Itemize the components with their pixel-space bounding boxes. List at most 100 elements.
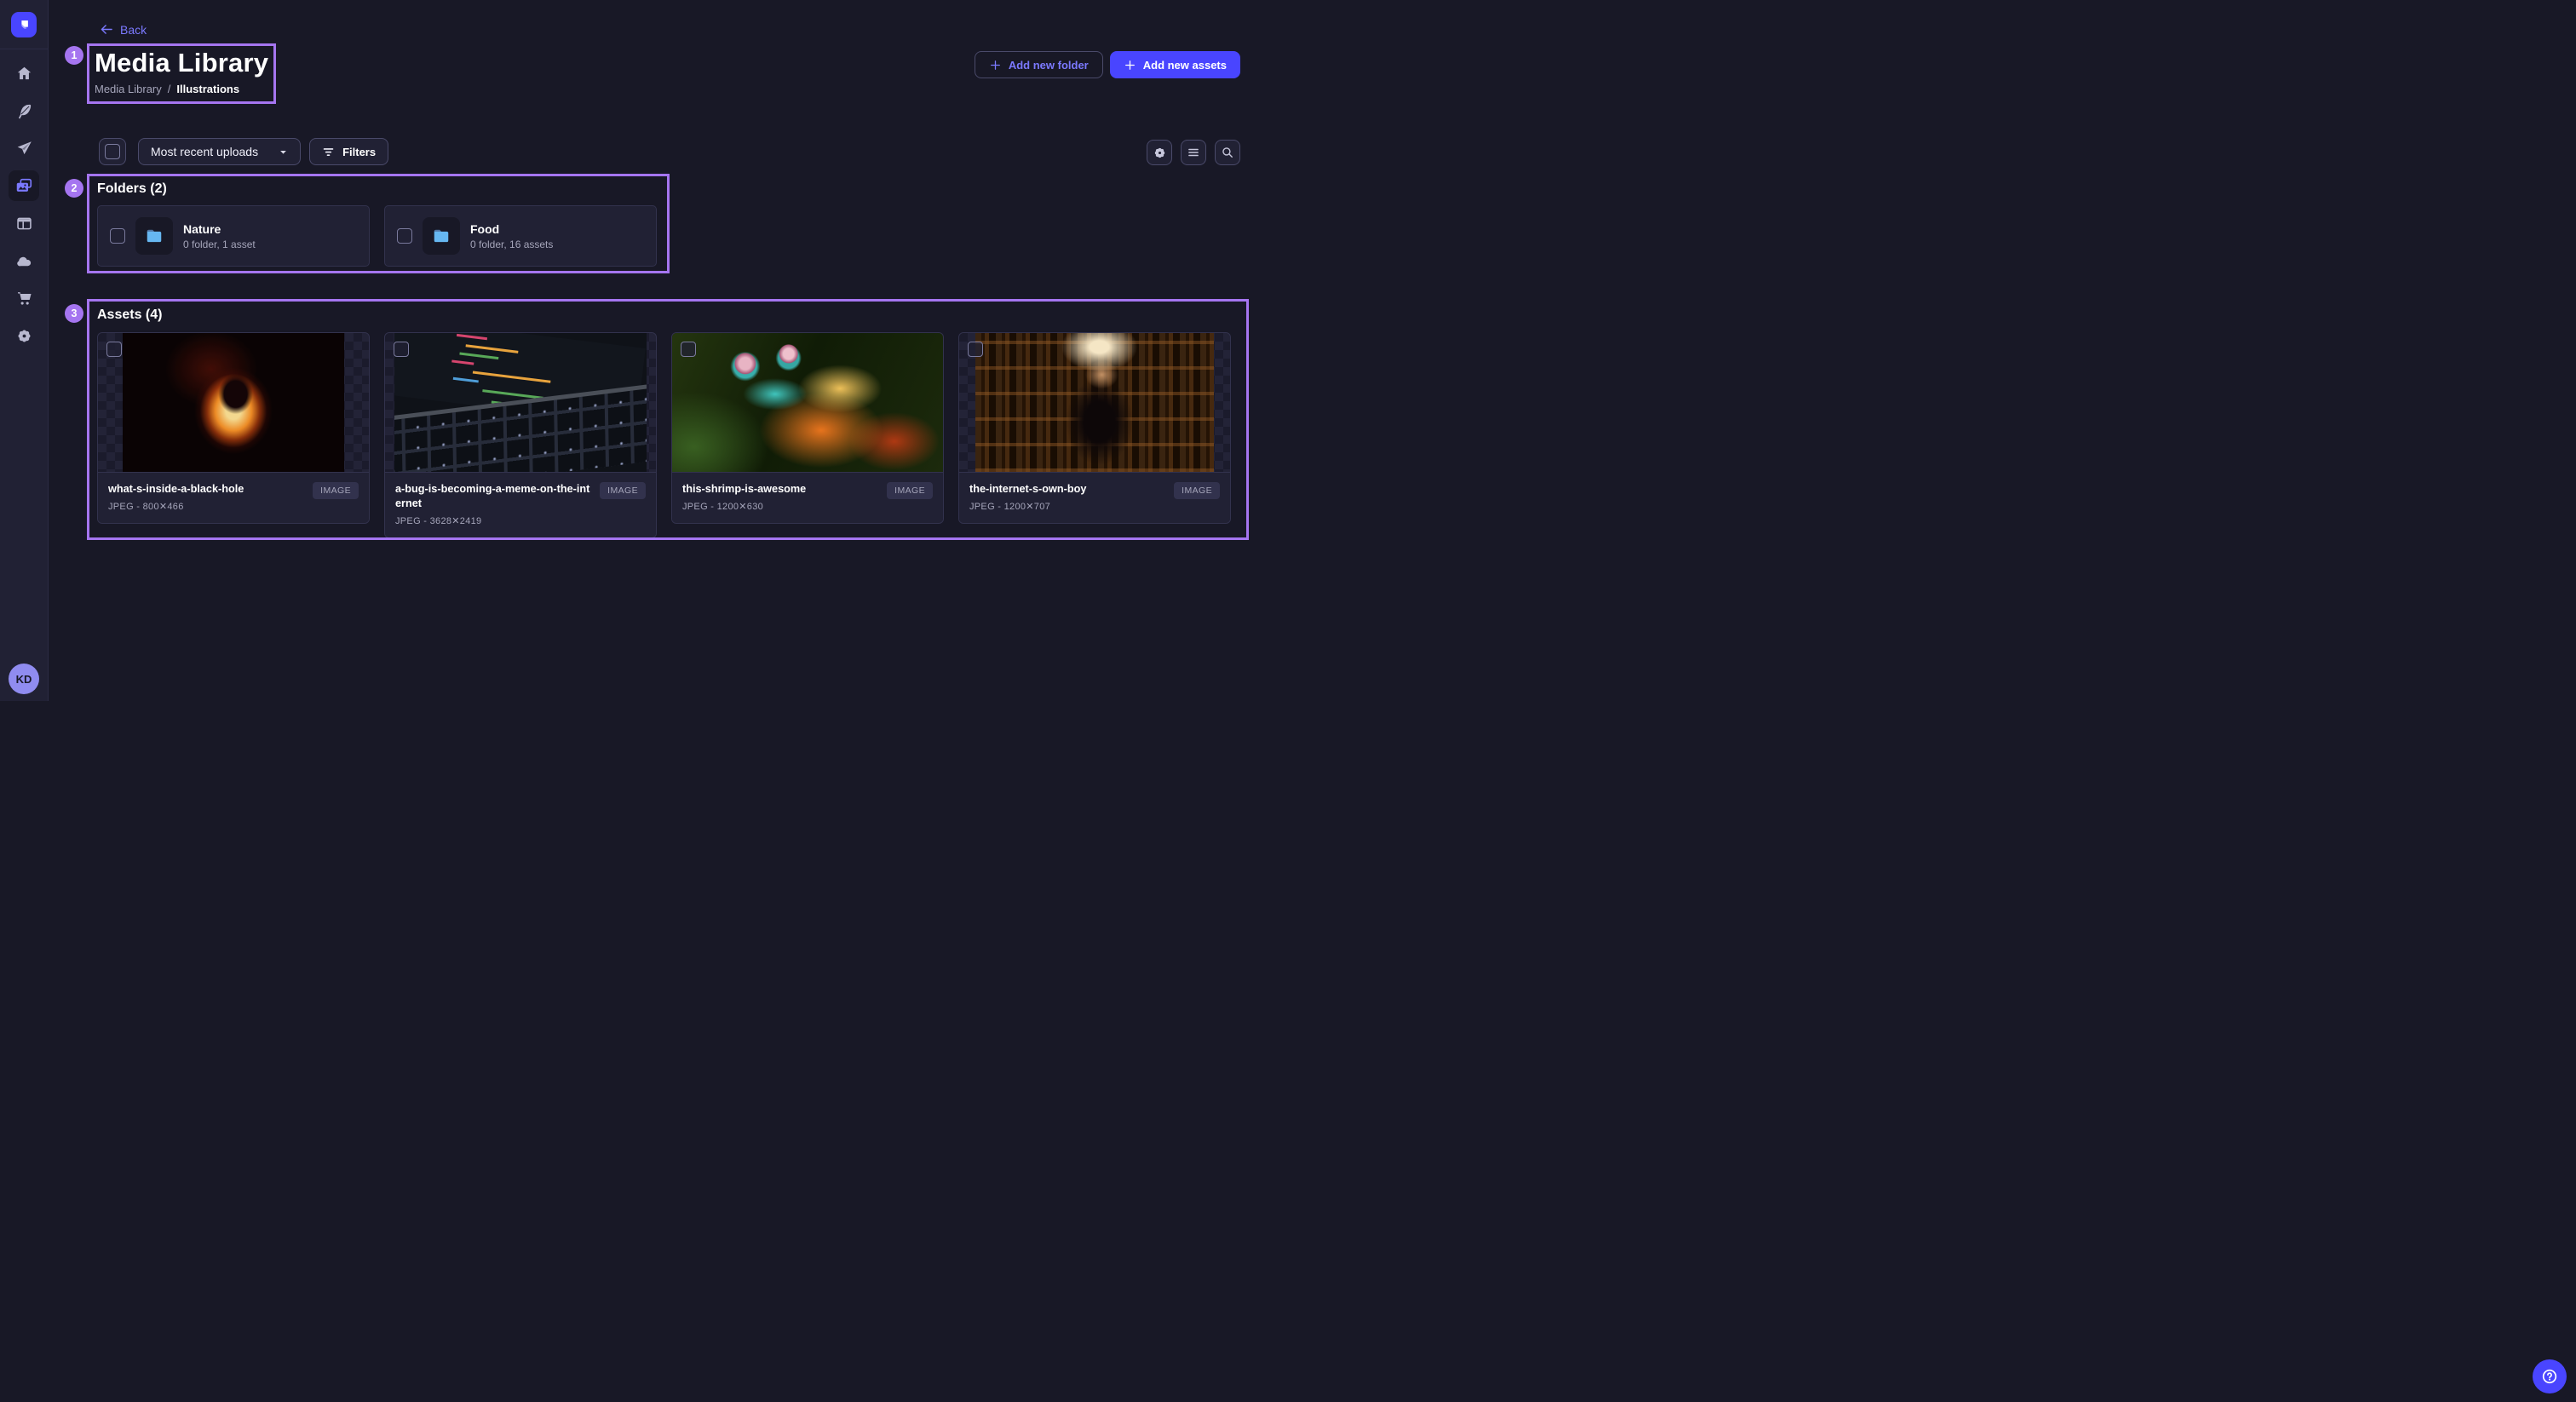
search-button[interactable] [1215,140,1240,165]
folder-card-nature[interactable]: Nature 0 folder, 1 asset [97,205,370,267]
cloud-icon [15,252,33,270]
folder-meta: 0 folder, 16 assets [470,238,553,250]
folder-info: Nature 0 folder, 1 asset [183,222,256,250]
asset-thumbnail[interactable] [672,333,943,472]
folders-heading: Folders (2) [97,181,167,197]
asset-checkbox[interactable] [681,342,696,357]
strapi-logo[interactable] [11,12,37,37]
header-actions: Add new folder Add new assets [975,51,1240,78]
sidebar-item-content-type-builder[interactable] [5,204,43,242]
filters-label: Filters [342,146,376,158]
sort-select-value: Most recent uploads [151,145,258,158]
asset-thumbnail[interactable] [385,333,656,472]
list-view-button[interactable] [1181,140,1206,165]
view-options [1147,140,1240,165]
annotation-badge-2: 2 [65,179,83,198]
asset-checkbox[interactable] [968,342,983,357]
question-mark-icon [2540,1367,2559,1386]
app-root: KD Back Add new folder Add new assets [0,0,1288,701]
plus-icon [989,59,1002,72]
asset-type-badge: IMAGE [600,482,646,499]
folder-icon-box [423,217,460,255]
main-content: Back Add new folder Add new assets 1 Med… [49,0,1288,701]
gear-icon [15,327,33,345]
asset-checkbox[interactable] [394,342,409,357]
sidebar-item-media-library[interactable] [5,167,43,204]
asset-info: the-internet-s-own-boy JPEG - 1200✕707 [969,482,1086,512]
annotation-badge-1: 1 [65,46,83,65]
folder-icon-box [135,217,173,255]
configure-view-button[interactable] [1147,140,1172,165]
title-block: Media Library Media Library / Illustrati… [95,49,268,95]
asset-card: the-internet-s-own-boy JPEG - 1200✕707 I… [958,332,1231,524]
sidebar-item-home[interactable] [5,55,43,92]
folder-icon [145,227,164,245]
add-new-assets-button[interactable]: Add new assets [1110,51,1240,78]
assets-grid: what-s-inside-a-black-hole JPEG - 800✕46… [97,332,1231,538]
layout-icon [15,215,33,233]
back-arrow-icon [99,22,113,37]
help-button[interactable] [2533,1359,2567,1393]
asset-title[interactable]: the-internet-s-own-boy [969,482,1086,497]
folder-card-food[interactable]: Food 0 folder, 16 assets [384,205,657,267]
folder-name: Food [470,222,553,236]
sidebar-item-marketplace[interactable] [5,279,43,317]
annotation-badge-3: 3 [65,304,83,323]
select-all-button[interactable] [99,138,126,165]
breadcrumb-separator: / [168,83,171,95]
asset-type-badge: IMAGE [1174,482,1220,499]
folder-checkbox[interactable] [397,228,412,244]
sidebar-item-content[interactable] [5,92,43,129]
folder-meta: 0 folder, 1 asset [183,238,256,250]
asset-card-footer: what-s-inside-a-black-hole JPEG - 800✕46… [98,472,369,523]
sidebar: KD [0,0,49,701]
breadcrumb: Media Library / Illustrations [95,83,268,95]
folders-grid: Nature 0 folder, 1 asset Food 0 folder, … [97,205,657,267]
asset-type-badge: IMAGE [887,482,933,499]
asset-checkbox[interactable] [106,342,122,357]
asset-title[interactable]: what-s-inside-a-black-hole [108,482,244,497]
sidebar-item-settings[interactable] [5,317,43,354]
user-avatar[interactable]: KD [9,664,39,694]
asset-card: what-s-inside-a-black-hole JPEG - 800✕46… [97,332,370,524]
asset-title[interactable]: this-shrimp-is-awesome [682,482,806,497]
sidebar-item-deploy[interactable] [5,242,43,279]
asset-card: this-shrimp-is-awesome JPEG - 1200✕630 I… [671,332,944,524]
cart-icon [15,290,33,307]
filters-button[interactable]: Filters [309,138,388,165]
folder-checkbox[interactable] [110,228,125,244]
search-icon [1221,146,1234,159]
laptop-code-photo [394,333,647,472]
asset-title[interactable]: a-bug-is-becoming-a-meme-on-the-internet [395,482,591,511]
chevron-down-icon [279,147,288,157]
assets-heading: Assets (4) [97,307,162,323]
asset-card: a-bug-is-becoming-a-meme-on-the-internet… [384,332,657,538]
toolbar: Most recent uploads Filters [99,138,388,165]
paper-plane-icon [15,140,33,158]
add-new-assets-label: Add new assets [1143,59,1227,72]
page-title: Media Library [95,49,268,78]
asset-thumbnail[interactable] [98,333,369,472]
asset-thumbnail[interactable] [959,333,1230,472]
asset-meta: JPEG - 3628✕2419 [395,515,591,526]
person-library-photo [975,333,1214,472]
asset-meta: JPEG - 1200✕707 [969,501,1086,512]
back-label: Back [120,23,147,37]
sort-select[interactable]: Most recent uploads [138,138,301,165]
asset-type-badge: IMAGE [313,482,359,499]
breadcrumb-current: Illustrations [176,83,239,95]
mantis-shrimp-photo [672,333,943,472]
back-link[interactable]: Back [99,22,147,37]
feather-icon [15,102,33,120]
gear-icon [1153,146,1167,160]
asset-card-footer: a-bug-is-becoming-a-meme-on-the-internet… [385,472,656,537]
folder-info: Food 0 folder, 16 assets [470,222,553,250]
breadcrumb-root[interactable]: Media Library [95,83,162,95]
filter-icon [322,147,335,158]
select-all-checkbox[interactable] [105,144,120,159]
list-icon [1187,146,1200,159]
strapi-logo-icon [16,17,32,32]
sidebar-item-releases[interactable] [5,129,43,167]
add-new-folder-button[interactable]: Add new folder [975,51,1103,78]
add-new-folder-label: Add new folder [1009,59,1089,72]
